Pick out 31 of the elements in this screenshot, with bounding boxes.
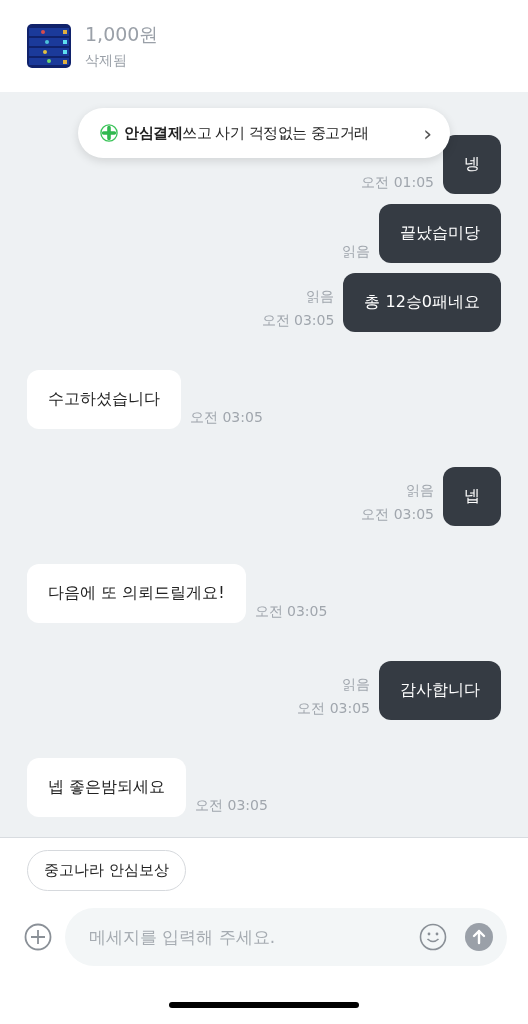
message-bubble: 끝났습미당 <box>379 204 501 263</box>
read-receipt: 읽음 <box>342 675 370 694</box>
quick-reply-chip[interactable]: 중고나라 안심보상 <box>27 850 186 891</box>
read-receipt: 읽음 <box>406 481 434 500</box>
message-time: 오전 03:05 <box>195 796 268 815</box>
product-price: 1,000원 <box>85 22 159 47</box>
banner-text: 안심결제쓰고 사기 걱정없는 중고거래 <box>124 123 370 143</box>
chevron-icon: › <box>423 120 432 146</box>
message-bubble: 수고하셨습니다 <box>27 370 181 429</box>
message-time: 오전 01:05 <box>361 173 434 192</box>
send-icon[interactable] <box>465 923 493 951</box>
emoji-icon[interactable] <box>419 923 447 951</box>
message-input[interactable]: 메세지를 입력해 주세요. <box>87 926 401 948</box>
message-field[interactable]: 메세지를 입력해 주세요. <box>65 908 507 966</box>
product-status: 삭제됨 <box>85 52 128 70</box>
message-time: 오전 03:05 <box>297 699 370 718</box>
message-bubble: 넵 좋은밤되세요 <box>27 758 187 817</box>
add-icon[interactable] <box>24 923 52 951</box>
message-time: 오전 03:05 <box>261 311 335 330</box>
safe-payment-banner[interactable]: 안심결제쓰고 사기 걱정없는 중고거래 › <box>78 108 450 158</box>
message-time: 오전 03:05 <box>361 505 434 524</box>
message-bubble: 감사합니다 <box>379 661 501 720</box>
message-bubble: 총 12승0패네요 <box>343 273 501 332</box>
message-bubble: 넵 <box>443 467 501 526</box>
read-receipt: 읽음 <box>306 287 335 306</box>
message-time: 오전 03:05 <box>190 408 263 427</box>
message-time: 오전 03:05 <box>254 602 328 621</box>
message-bubble: 넹 <box>443 135 501 194</box>
read-receipt: 읽음 <box>342 242 370 261</box>
message-bubble: 다음에 또 의뢰드릴게요! <box>27 564 246 623</box>
plus-icon <box>100 124 118 142</box>
